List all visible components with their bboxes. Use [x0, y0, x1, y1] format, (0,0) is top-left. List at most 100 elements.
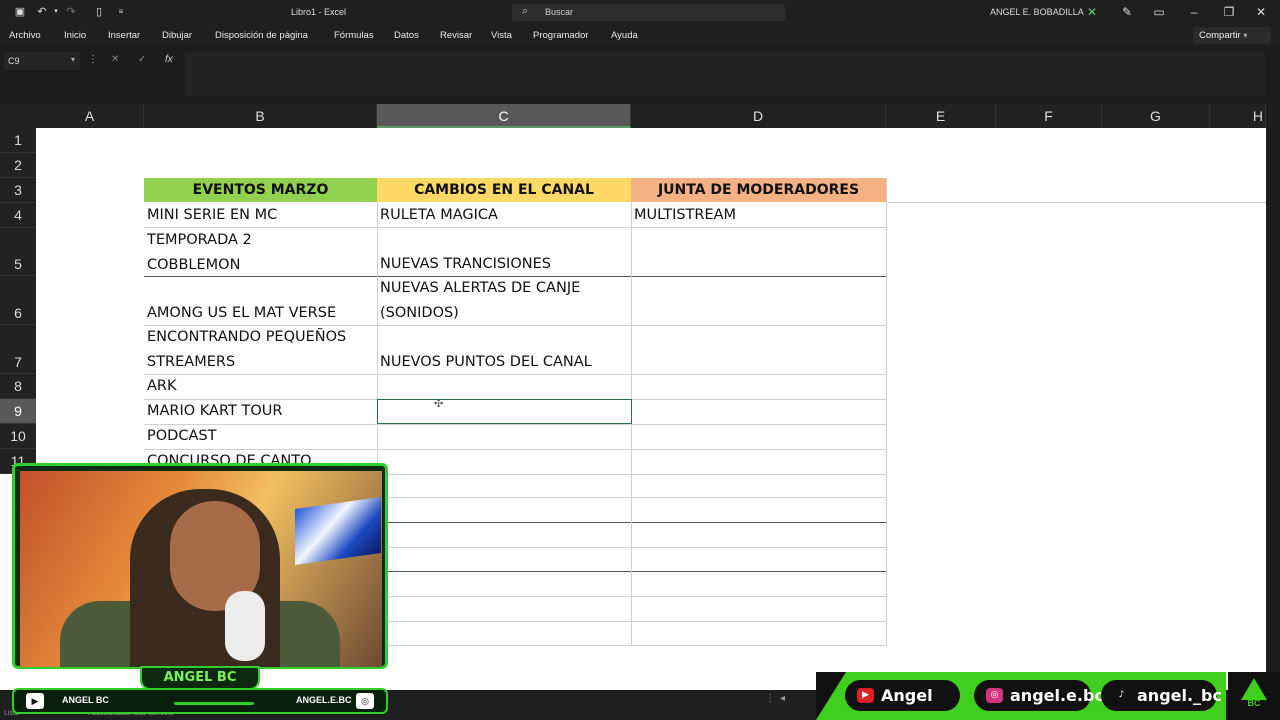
vertical-scrollbar[interactable]: [1266, 104, 1280, 690]
gridline: [388, 571, 886, 572]
search-box[interactable]: ⌕ Buscar: [512, 4, 785, 21]
column-header-g[interactable]: G: [1102, 104, 1210, 128]
minimize-icon[interactable]: –: [1185, 3, 1203, 21]
more-icon[interactable]: ⋮: [88, 54, 98, 65]
ribbon-display-icon[interactable]: ▭: [1150, 3, 1168, 21]
header-cell-junta[interactable]: JUNTA DE MODERADORES: [631, 178, 886, 202]
tab-archivo[interactable]: Archivo: [9, 30, 41, 41]
tab-ayuda[interactable]: Ayuda: [611, 30, 638, 41]
row-header[interactable]: 1: [0, 128, 36, 153]
cell-b4[interactable]: MINI SERIE EN MC: [144, 203, 377, 227]
cell-text: MULTISTREAM: [634, 207, 737, 223]
webcam-name-label: ANGEL BC: [140, 666, 260, 690]
instagram-icon: ◎: [356, 693, 374, 709]
cell-d4[interactable]: MULTISTREAM: [631, 203, 886, 227]
pen-icon[interactable]: ✎: [1118, 3, 1136, 21]
column-header-a[interactable]: A: [36, 104, 144, 128]
header-cell-cambios[interactable]: CAMBIOS EN EL CANAL: [377, 178, 631, 202]
tab-vista[interactable]: Vista: [491, 30, 512, 41]
header-label: JUNTA DE MODERADORES: [657, 182, 860, 198]
gridline: [388, 547, 886, 548]
cancel-icon[interactable]: ✕: [111, 54, 119, 65]
tab-dibujar[interactable]: Dibujar: [162, 30, 192, 41]
tiktok-handle: angel._bc: [1137, 686, 1222, 705]
undo-icon[interactable]: ↶: [35, 5, 49, 19]
row-header[interactable]: 10: [0, 424, 36, 449]
channel-logo: BC: [1228, 672, 1280, 720]
cell-b6[interactable]: AMONG US EL MAT VERSE: [144, 276, 377, 325]
row-header[interactable]: 5: [0, 228, 36, 276]
cell-text: [380, 325, 631, 350]
webcam-video: [20, 471, 382, 667]
redo-icon[interactable]: ↷: [64, 5, 78, 19]
save-icon[interactable]: ▣: [13, 5, 27, 19]
tab-inicio[interactable]: Inicio: [64, 30, 86, 41]
cell-c6[interactable]: NUEVAS ALERTAS DE CANJE (SONIDOS): [377, 276, 631, 325]
select-all-corner[interactable]: [0, 104, 36, 128]
more-icon[interactable]: ⋮: [765, 693, 775, 704]
undo-dropdown-icon[interactable]: ▾: [49, 5, 63, 19]
tab-insertar[interactable]: Insertar: [108, 30, 140, 41]
cell-b10[interactable]: PODCAST: [144, 424, 377, 449]
column-header-h[interactable]: H: [1210, 104, 1266, 128]
tab-programador[interactable]: Programador: [533, 30, 588, 41]
tab-revisar[interactable]: Revisar: [440, 30, 472, 41]
row-header[interactable]: 2: [0, 153, 36, 178]
cell-text: MINI SERIE EN MC: [147, 207, 278, 223]
restore-icon[interactable]: ❐: [1220, 3, 1238, 21]
header-cell-eventos[interactable]: EVENTOS MARZO: [144, 178, 377, 202]
tab-disposicion[interactable]: Disposición de página: [215, 30, 308, 41]
cell-c5[interactable]: NUEVAS TRANCISIONES: [377, 228, 631, 276]
account-icon[interactable]: ✕: [1083, 3, 1101, 21]
cell-b9[interactable]: MARIO KART TOUR: [144, 399, 377, 424]
search-icon: ⌕: [522, 5, 529, 17]
column-header-b[interactable]: B: [144, 104, 377, 128]
tiktok-pill: ♪ angel._bc: [1101, 680, 1222, 711]
search-input[interactable]: Buscar: [545, 7, 573, 17]
column-header-d[interactable]: D: [631, 104, 886, 128]
selected-cell-c9[interactable]: [377, 399, 632, 424]
background-tv: [295, 496, 381, 566]
customize-toolbar-icon[interactable]: ≡: [114, 5, 128, 19]
row-header[interactable]: 8: [0, 374, 36, 399]
gridline: [886, 178, 887, 646]
row-header[interactable]: 7: [0, 325, 36, 374]
cell-b5[interactable]: TEMPORADA 2 COBBLEMON: [144, 228, 377, 276]
column-header-f[interactable]: F: [996, 104, 1102, 128]
youtube-icon: ▶: [26, 693, 44, 709]
gridline: [886, 202, 1266, 203]
insert-function-icon[interactable]: fx: [165, 54, 173, 65]
share-button[interactable]: Compartir ▾: [1193, 27, 1271, 44]
cell-text: COBBLEMON: [147, 256, 241, 273]
name-box[interactable]: C9 ▾: [4, 52, 80, 70]
header-label: EVENTOS MARZO: [192, 182, 329, 198]
new-document-icon[interactable]: ▯: [92, 5, 106, 19]
enter-icon[interactable]: ✓: [138, 54, 146, 65]
column-header-c[interactable]: C: [377, 104, 631, 128]
row-header[interactable]: 4: [0, 203, 36, 228]
row-header[interactable]: 6: [0, 276, 36, 325]
cell-c7[interactable]: NUEVOS PUNTOS DEL CANAL: [377, 325, 631, 374]
webcam-left-handle: ANGEL BC: [62, 695, 109, 705]
cell-b8[interactable]: ARK: [144, 374, 377, 399]
gridline: [388, 645, 886, 646]
cell-text: AMONG US EL MAT VERSE: [147, 304, 337, 321]
user-name[interactable]: ANGEL E. BOBADILLA: [990, 7, 1084, 17]
cell-text: [147, 276, 377, 301]
close-icon[interactable]: ✕: [1252, 3, 1270, 21]
cell-c4[interactable]: RULETA MAGICA: [377, 203, 631, 227]
formula-input[interactable]: [185, 52, 1265, 96]
scroll-left-icon[interactable]: ◂: [780, 693, 785, 704]
tab-formulas[interactable]: Fórmulas: [334, 30, 374, 41]
webcam-right-handle: ANGEL.E.BC: [296, 695, 352, 705]
cell-text: ARK: [147, 378, 177, 394]
logo-triangle-icon: [1241, 678, 1267, 700]
window-title: Libro1 - Excel: [291, 7, 347, 17]
decorative-line: [174, 702, 254, 705]
row-header[interactable]: 9: [0, 399, 36, 424]
column-header-e[interactable]: E: [886, 104, 996, 128]
row-header[interactable]: 3: [0, 178, 36, 203]
tab-datos[interactable]: Datos: [394, 30, 419, 41]
title-bar: ▣ ↶ ▾ ↷ ▯ ≡ Libro1 - Excel ⌕ Buscar ANGE…: [0, 0, 1280, 25]
cell-b7[interactable]: ENCONTRANDO PEQUEÑOS STREAMERS: [144, 325, 377, 374]
